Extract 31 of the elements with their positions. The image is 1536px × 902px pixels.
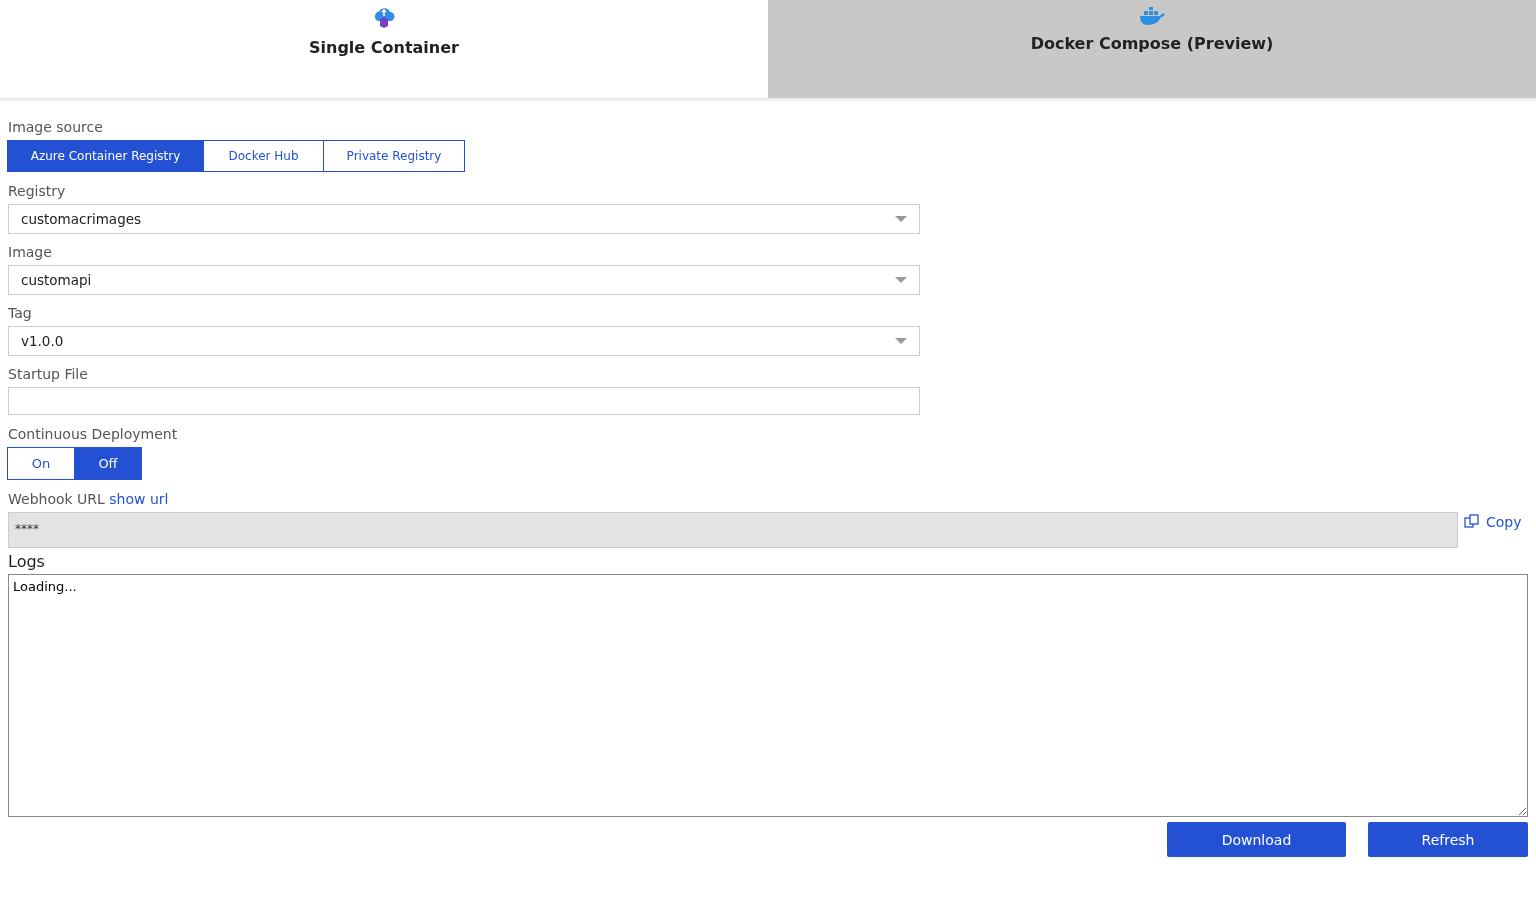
input-field[interactable] — [8, 387, 920, 415]
tab[interactable]: Single Container — [0, 0, 768, 98]
source-option[interactable]: Azure Container Registry — [7, 140, 204, 172]
dropdown-field[interactable]: customacrimages — [8, 204, 920, 234]
webhook-url-field: **** — [8, 512, 1458, 548]
copy-button[interactable]: Copy — [1458, 512, 1528, 532]
field-label: Image source — [8, 118, 104, 136]
logs-label: Logs — [7, 551, 46, 573]
whale-icon — [1138, 6, 1166, 26]
field-label: Image — [8, 243, 53, 261]
show-url-link[interactable]: show url — [109, 491, 169, 507]
dropdown-field[interactable]: customapi — [8, 265, 920, 295]
tab[interactable]: Docker Compose (Preview) — [768, 0, 1536, 98]
cloud-box-icon — [372, 6, 396, 30]
copy-icon — [1464, 514, 1480, 530]
refresh-button[interactable]: Refresh — [1368, 822, 1528, 857]
caret-icon — [895, 216, 907, 222]
toggle-option[interactable]: On — [7, 447, 75, 480]
caret-icon — [895, 277, 907, 283]
toggle-option[interactable]: Off — [74, 447, 142, 480]
field-label: Startup File — [8, 365, 89, 383]
source-option[interactable]: Docker Hub — [203, 140, 324, 172]
field-label: Tag — [8, 304, 33, 322]
field-label: Continuous Deployment — [8, 425, 179, 443]
dropdown-field[interactable]: v1.0.0 — [8, 326, 920, 356]
field-label: Registry — [8, 182, 67, 200]
caret-icon — [895, 338, 907, 344]
field-label: Webhook URL — [8, 491, 105, 507]
logs-textarea[interactable]: Loading... — [8, 574, 1528, 817]
download-button[interactable]: Download — [1167, 822, 1346, 857]
source-option[interactable]: Private Registry — [323, 140, 465, 172]
